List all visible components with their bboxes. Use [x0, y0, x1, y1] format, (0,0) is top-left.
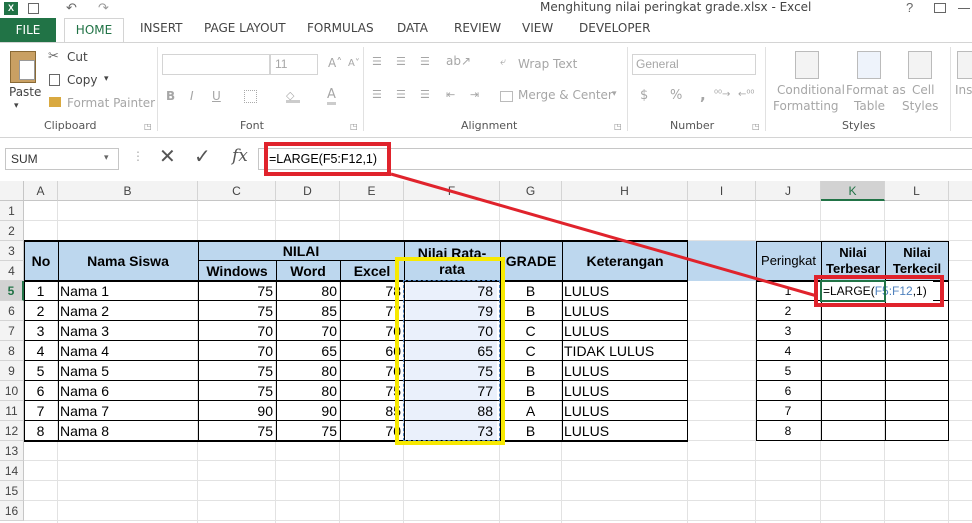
yellow-highlight-box — [395, 257, 505, 445]
red-highlight-box — [814, 275, 944, 307]
